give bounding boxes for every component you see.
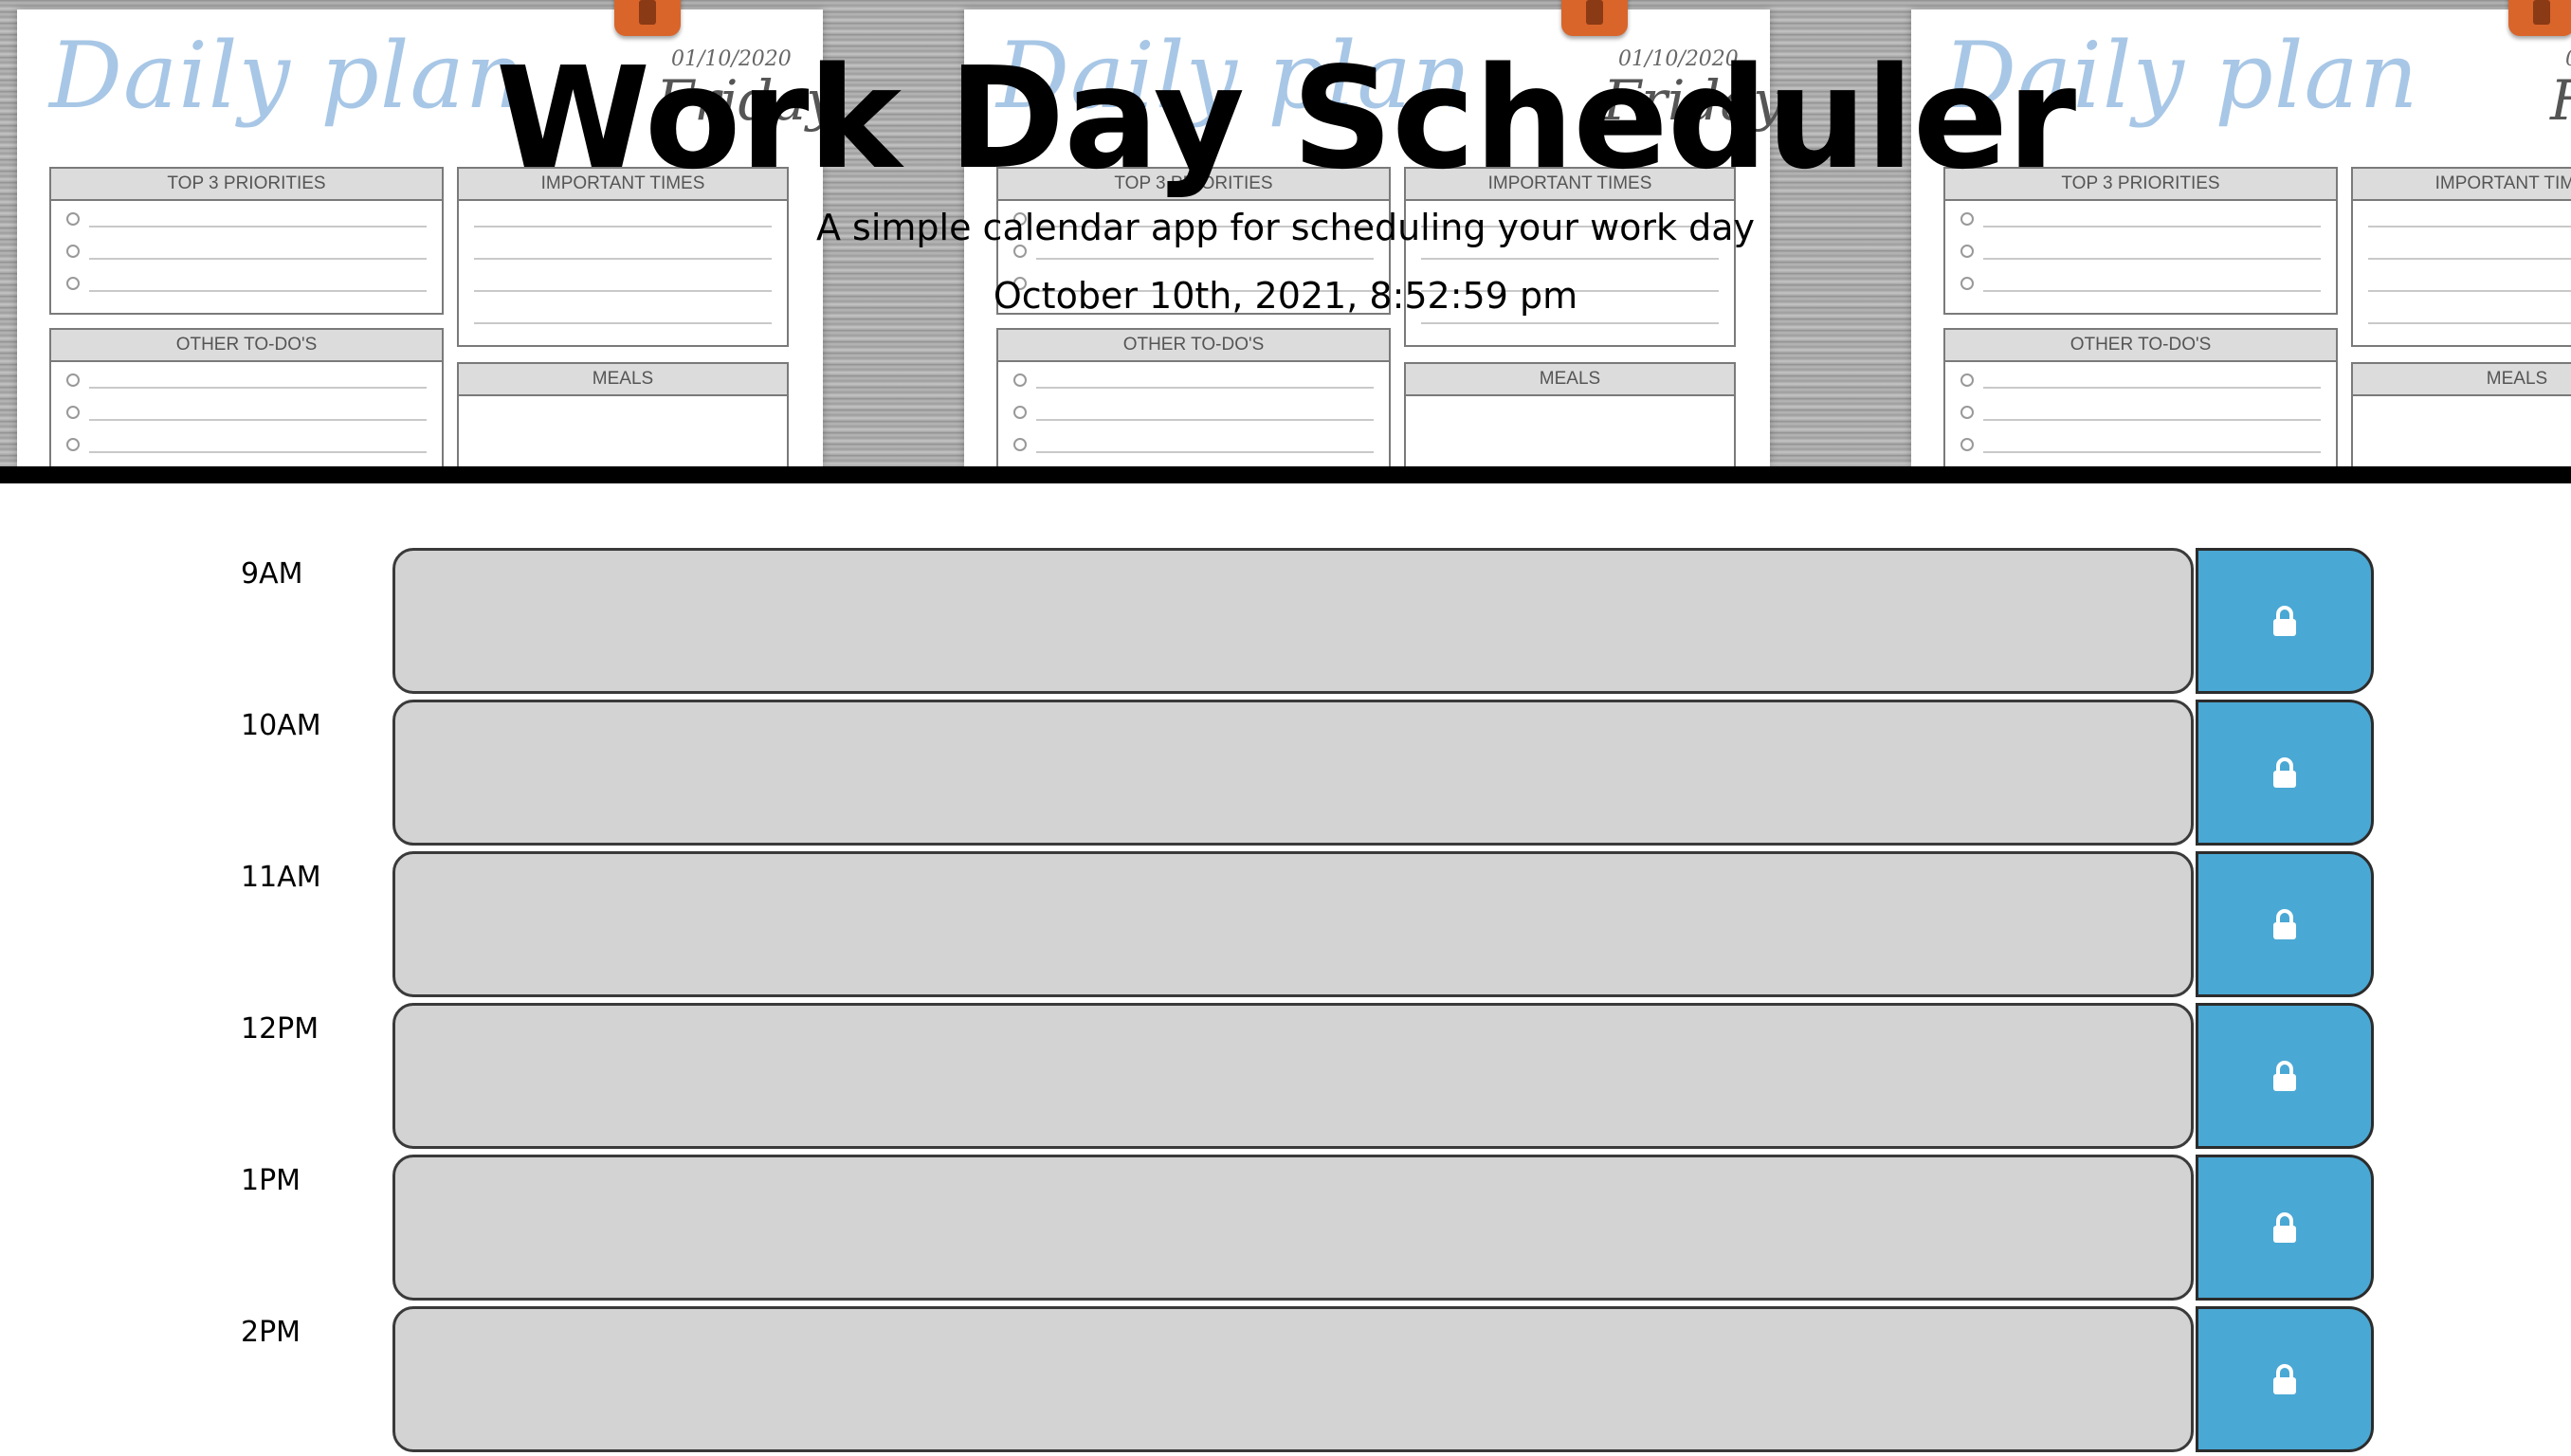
lock-icon	[2273, 1212, 2296, 1243]
save-button[interactable]	[2196, 851, 2374, 997]
page-subtitle: A simple calendar app for scheduling you…	[815, 207, 1756, 248]
hour-label: 12PM	[241, 1012, 319, 1046]
event-description-input[interactable]	[392, 1306, 2194, 1452]
planner-todos-heading: OTHER TO-DO'S	[51, 330, 442, 362]
time-block-12pm: 12PM	[0, 1003, 2571, 1153]
planner-meals-box: MEALS	[457, 362, 789, 466]
lock-icon	[2273, 606, 2296, 636]
save-button[interactable]	[2196, 1155, 2374, 1301]
save-button[interactable]	[2196, 1003, 2374, 1149]
event-description-input[interactable]	[392, 548, 2194, 694]
lock-icon	[2273, 1061, 2296, 1091]
save-button[interactable]	[2196, 548, 2374, 694]
page-title: Work Day Scheduler	[495, 37, 2076, 200]
binder-clip-icon	[1561, 0, 1628, 36]
planner-meals-box: MEALS	[1404, 362, 1736, 466]
hour-label: 9AM	[241, 557, 303, 591]
hour-label: 2PM	[241, 1316, 301, 1349]
planner-todos-box: OTHER TO-DO'S	[996, 328, 1391, 466]
time-block-2pm: 2PM	[0, 1306, 2571, 1456]
time-block-11am: 11AM	[0, 851, 2571, 1001]
lock-icon	[2273, 1364, 2296, 1394]
planner-meals-heading: MEALS	[2353, 364, 2571, 396]
save-button[interactable]	[2196, 700, 2374, 846]
current-datetime: October 10th, 2021, 8:52:59 pm	[993, 275, 1578, 317]
jumbotron: Daily plan 01/10/2020 Friday TOP 3 PRIOR…	[0, 0, 2571, 466]
planner-meals-heading: MEALS	[1406, 364, 1734, 396]
binder-clip-icon	[614, 0, 681, 36]
event-description-input[interactable]	[392, 851, 2194, 997]
event-description-input[interactable]	[392, 1155, 2194, 1301]
time-block-1pm: 1PM	[0, 1155, 2571, 1304]
binder-clip-icon	[2508, 0, 2571, 36]
planner-todos-box: OTHER TO-DO'S	[1943, 328, 2338, 466]
time-block-9am: 9AM	[0, 548, 2571, 698]
header-divider	[0, 466, 2571, 483]
time-block-10am: 10AM	[0, 700, 2571, 849]
lock-icon	[2273, 909, 2296, 939]
hour-label: 1PM	[241, 1164, 301, 1197]
planner-meals-box: MEALS	[2351, 362, 2571, 466]
planner-todos-box: OTHER TO-DO'S	[49, 328, 444, 466]
event-description-input[interactable]	[392, 1003, 2194, 1149]
save-button[interactable]	[2196, 1306, 2374, 1452]
planner-meals-heading: MEALS	[459, 364, 787, 396]
planner-todos-heading: OTHER TO-DO'S	[998, 330, 1389, 362]
event-description-input[interactable]	[392, 700, 2194, 846]
lock-icon	[2273, 757, 2296, 788]
hour-label: 11AM	[241, 861, 321, 894]
planner-todos-heading: OTHER TO-DO'S	[1945, 330, 2336, 362]
hour-label: 10AM	[241, 709, 321, 742]
